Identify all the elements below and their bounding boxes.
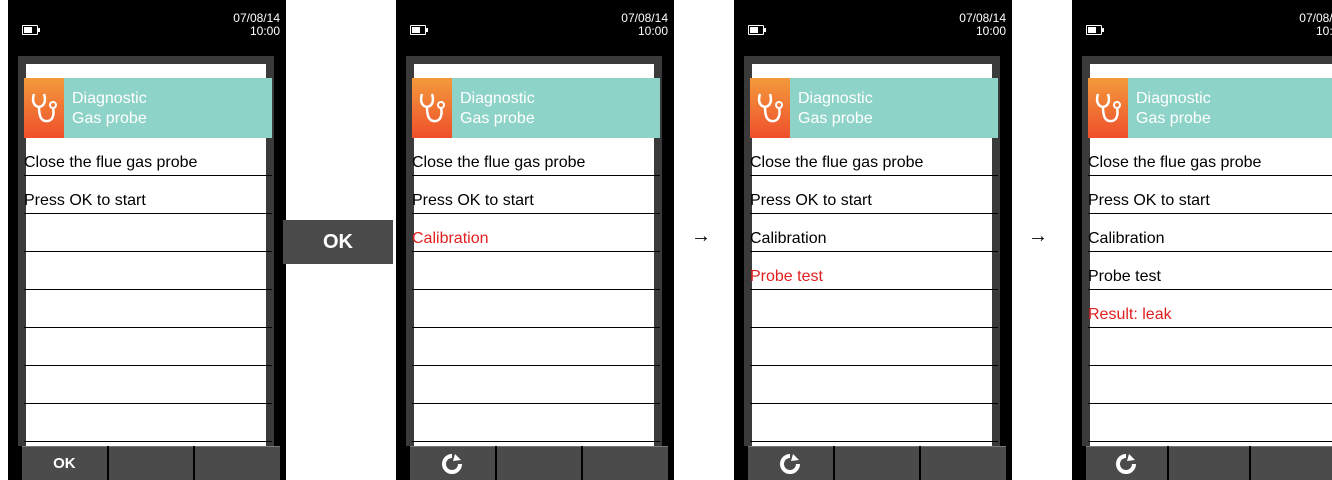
list-item (1088, 404, 1332, 442)
list-item (412, 404, 660, 442)
status-bar: 07/08/14 10:00 (8, 0, 286, 56)
list-item: Close the flue gas probe (1088, 138, 1332, 176)
list-item (750, 404, 998, 442)
status-date: 07/08/14 (621, 11, 668, 25)
list-item: Close the flue gas probe (412, 138, 660, 176)
device-screen-4: 07/08/14 10:00 Diagnostic Gas probe Clos… (1072, 0, 1332, 480)
refresh-icon (780, 453, 801, 474)
menu-header: Diagnostic Gas probe (1088, 78, 1332, 138)
status-time: 10:00 (1315, 24, 1332, 38)
status-date: 07/08/14 (233, 11, 280, 25)
refresh-softkey[interactable] (410, 446, 495, 480)
status-time: 10:00 (975, 24, 1006, 38)
ok-softkey[interactable]: OK (22, 446, 107, 480)
softkey-3[interactable] (1251, 446, 1332, 480)
step-list: Close the flue gas probe Press OK to sta… (1088, 138, 1332, 442)
list-item-active: Probe test (750, 252, 998, 290)
refresh-softkey[interactable] (748, 446, 833, 480)
battery-icon (410, 25, 428, 35)
battery-icon (748, 25, 766, 35)
list-item: Calibration (750, 214, 998, 252)
status-date: 07/08/14 (959, 11, 1006, 25)
list-item (24, 404, 272, 442)
device-screen-3: 07/08/14 10:00 Diagnostic Gas probe Clos… (734, 0, 1012, 480)
device-screen-1: 07/08/14 10:00 Diagnostic Gas probe Clos… (8, 0, 286, 480)
list-item (412, 252, 660, 290)
status-date: 07/08/14 (1299, 11, 1332, 25)
stethoscope-icon (24, 78, 64, 138)
softkey-3[interactable] (583, 446, 669, 480)
refresh-icon (1116, 453, 1137, 474)
softkey-bar (748, 446, 1007, 480)
battery-icon (22, 25, 40, 35)
list-item: Close the flue gas probe (24, 138, 272, 176)
header-title: Diagnostic (798, 90, 873, 107)
softkey-2[interactable] (496, 446, 582, 480)
arrow-2: → (1028, 225, 1048, 247)
softkey-bar: OK (22, 446, 281, 480)
list-item (24, 328, 272, 366)
stethoscope-icon (1088, 78, 1128, 138)
menu-header: Diagnostic Gas probe (412, 78, 660, 138)
softkey-bar (1086, 446, 1332, 480)
list-item: Press OK to start (412, 176, 660, 214)
header-subtitle: Gas probe (72, 110, 147, 127)
step-list: Close the flue gas probe Press OK to sta… (24, 138, 272, 442)
softkey-3[interactable] (921, 446, 1007, 480)
list-item (750, 290, 998, 328)
list-item (750, 366, 998, 404)
header-subtitle: Gas probe (798, 110, 873, 127)
softkey-2[interactable] (834, 446, 920, 480)
header-title: Diagnostic (460, 90, 535, 107)
battery-icon (1086, 25, 1104, 35)
list-item (412, 290, 660, 328)
status-bar: 07/08/14 10:00 (1072, 0, 1332, 56)
list-item (24, 366, 272, 404)
list-item: Close the flue gas probe (750, 138, 998, 176)
list-item-active: Calibration (412, 214, 660, 252)
list-item (412, 328, 660, 366)
list-item (24, 290, 272, 328)
list-item (750, 328, 998, 366)
header-subtitle: Gas probe (460, 110, 535, 127)
list-item-active: Result: leak (1088, 290, 1332, 328)
list-item (24, 252, 272, 290)
ok-transition-label: OK (283, 220, 393, 264)
stethoscope-icon (412, 78, 452, 138)
list-item: Calibration (1088, 214, 1332, 252)
softkey-3[interactable] (195, 446, 281, 480)
status-bar: 07/08/14 10:00 (396, 0, 674, 56)
status-bar: 07/08/14 10:00 (734, 0, 1012, 56)
header-subtitle: Gas probe (1136, 110, 1211, 127)
step-list: Close the flue gas probe Press OK to sta… (412, 138, 660, 442)
header-title: Diagnostic (1136, 90, 1211, 107)
device-screen-2: 07/08/14 10:00 Diagnostic Gas probe Clos… (396, 0, 674, 480)
list-item: Press OK to start (24, 176, 272, 214)
stethoscope-icon (750, 78, 790, 138)
list-item (1088, 366, 1332, 404)
list-item: Press OK to start (750, 176, 998, 214)
list-item (1088, 328, 1332, 366)
list-item: Press OK to start (1088, 176, 1332, 214)
list-item: Probe test (1088, 252, 1332, 290)
menu-header: Diagnostic Gas probe (24, 78, 272, 138)
softkey-2[interactable] (108, 446, 194, 480)
list-item (24, 214, 272, 252)
menu-header: Diagnostic Gas probe (750, 78, 998, 138)
softkey-2[interactable] (1168, 446, 1250, 480)
step-list: Close the flue gas probe Press OK to sta… (750, 138, 998, 442)
list-item (412, 366, 660, 404)
refresh-icon (442, 453, 463, 474)
softkey-bar (410, 446, 669, 480)
status-time: 10:00 (249, 24, 280, 38)
arrow-1: → (691, 225, 711, 247)
status-time: 10:00 (637, 24, 668, 38)
refresh-softkey[interactable] (1086, 446, 1167, 480)
header-title: Diagnostic (72, 90, 147, 107)
